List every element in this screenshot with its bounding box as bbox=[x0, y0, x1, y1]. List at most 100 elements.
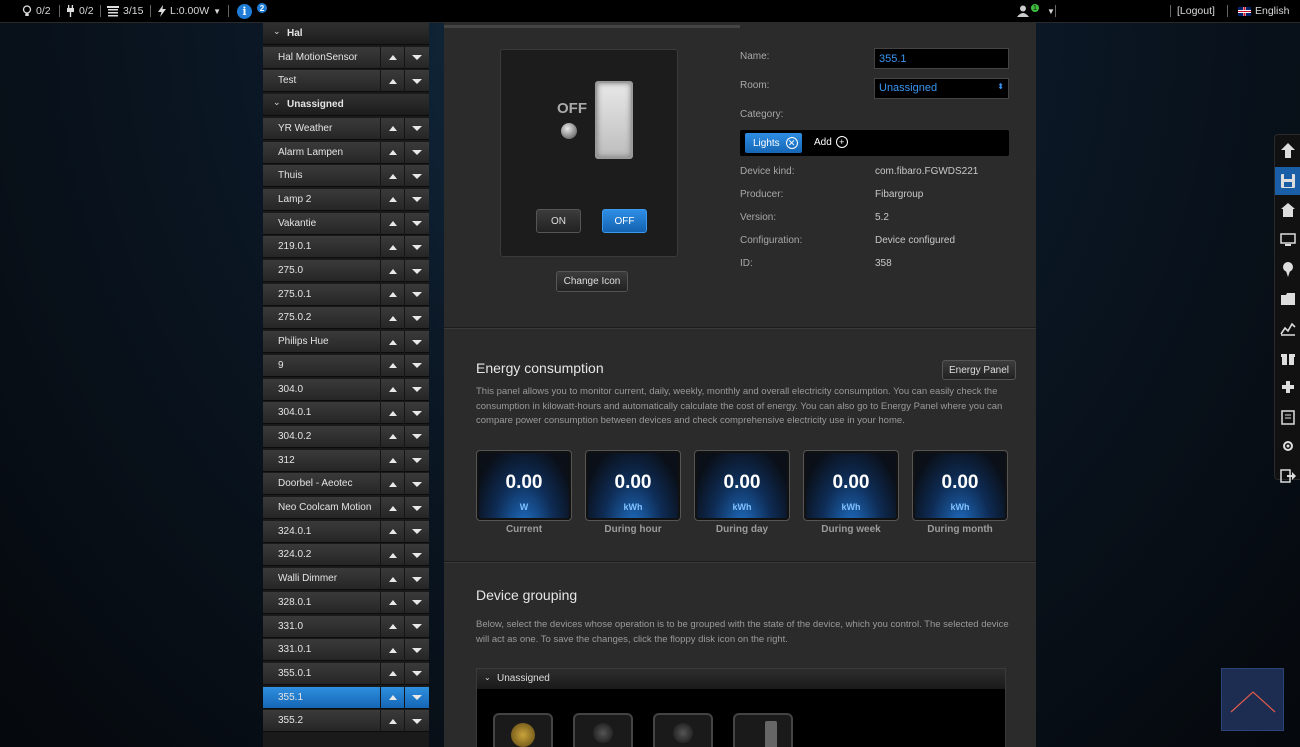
move-up-button[interactable] bbox=[380, 117, 404, 140]
move-down-button[interactable] bbox=[404, 473, 428, 496]
move-down-button[interactable] bbox=[404, 212, 428, 235]
move-up-button[interactable] bbox=[380, 283, 404, 306]
change-icon-button[interactable]: Change Icon bbox=[556, 271, 628, 292]
move-down-button[interactable] bbox=[404, 141, 428, 164]
move-up-button[interactable] bbox=[380, 591, 404, 614]
move-down-button[interactable] bbox=[404, 70, 428, 93]
move-down-button[interactable] bbox=[404, 591, 428, 614]
scroll-to-top-button[interactable] bbox=[1221, 668, 1284, 731]
device-list-item[interactable]: Test bbox=[263, 70, 429, 93]
plugs-status[interactable]: 0/2 bbox=[66, 0, 94, 22]
device-list-item[interactable]: Neo Coolcam Motion bbox=[263, 497, 429, 519]
move-up-button[interactable] bbox=[380, 449, 404, 472]
move-up-button[interactable] bbox=[380, 639, 404, 662]
device-list-item[interactable]: 355.2 bbox=[263, 710, 429, 733]
device-list-item[interactable]: Walli Dimmer bbox=[263, 568, 429, 591]
power-status[interactable]: L:0.00W ▼ bbox=[158, 0, 221, 22]
device-list-item[interactable]: Hal MotionSensor bbox=[263, 46, 429, 69]
gift-button[interactable] bbox=[1275, 344, 1300, 372]
move-down-button[interactable] bbox=[404, 260, 428, 282]
device-list-item[interactable]: 324.0.1 bbox=[263, 520, 429, 543]
move-down-button[interactable] bbox=[404, 615, 428, 638]
move-down-button[interactable] bbox=[404, 568, 428, 591]
add-category-button[interactable]: Add + bbox=[814, 136, 848, 148]
move-up-button[interactable] bbox=[380, 212, 404, 235]
pin-button[interactable] bbox=[1275, 255, 1300, 283]
move-up-button[interactable] bbox=[380, 236, 404, 259]
room-section-header[interactable]: ⌄ Hal bbox=[263, 23, 429, 45]
room-section-header[interactable]: ⌄ Unassigned bbox=[263, 94, 429, 117]
device-list-item[interactable]: 275.0.1 bbox=[263, 283, 429, 306]
device-list-item[interactable]: 275.0 bbox=[263, 260, 429, 282]
on-button[interactable]: ON bbox=[536, 209, 581, 233]
remove-icon[interactable]: ✕ bbox=[785, 137, 798, 149]
home-button[interactable] bbox=[1275, 196, 1300, 224]
lights-status[interactable]: 0/2 bbox=[22, 0, 51, 22]
device-list-item[interactable]: Thuis bbox=[263, 165, 429, 188]
move-down-button[interactable] bbox=[404, 188, 428, 211]
save-button[interactable] bbox=[1275, 166, 1300, 195]
group-device-switch[interactable] bbox=[733, 713, 793, 747]
move-up-button[interactable] bbox=[380, 497, 404, 519]
move-down-button[interactable] bbox=[404, 662, 428, 685]
language-selector[interactable]: English bbox=[1238, 0, 1289, 22]
move-down-button[interactable] bbox=[404, 402, 428, 425]
group-device[interactable] bbox=[653, 713, 713, 747]
plugin-button[interactable] bbox=[1275, 373, 1300, 401]
move-down-button[interactable] bbox=[404, 283, 428, 306]
move-up-button[interactable] bbox=[380, 165, 404, 188]
device-list-item[interactable]: Alarm Lampen bbox=[263, 141, 429, 164]
group-device-bulb[interactable] bbox=[493, 713, 553, 747]
device-list-item[interactable]: 324.0.2 bbox=[263, 544, 429, 567]
device-list-item[interactable]: 219.0.1 bbox=[263, 236, 429, 259]
settings-button[interactable] bbox=[1275, 432, 1300, 460]
move-down-button[interactable] bbox=[404, 331, 428, 354]
device-list-item[interactable]: 331.0 bbox=[263, 615, 429, 638]
exit-button[interactable] bbox=[1275, 462, 1300, 490]
device-list-item[interactable]: 304.0.1 bbox=[263, 402, 429, 425]
move-up-button[interactable] bbox=[380, 141, 404, 164]
move-up-button[interactable] bbox=[380, 425, 404, 448]
folder-button[interactable] bbox=[1275, 285, 1300, 313]
move-up-button[interactable] bbox=[380, 402, 404, 425]
move-down-button[interactable] bbox=[404, 354, 428, 377]
move-down-button[interactable] bbox=[404, 425, 428, 448]
up-arrow-button[interactable] bbox=[1275, 137, 1300, 165]
category-tag[interactable]: Lights ✕ bbox=[745, 133, 802, 153]
off-button[interactable]: OFF bbox=[602, 209, 647, 233]
energy-panel-button[interactable]: Energy Panel bbox=[942, 360, 1016, 380]
move-down-button[interactable] bbox=[404, 497, 428, 519]
move-down-button[interactable] bbox=[404, 165, 428, 188]
device-list-item[interactable]: Philips Hue bbox=[263, 331, 429, 354]
device-list-item[interactable]: 331.0.1 bbox=[263, 639, 429, 662]
device-list-item[interactable]: 304.0 bbox=[263, 378, 429, 401]
group-device[interactable] bbox=[573, 713, 633, 747]
group-header[interactable]: ⌄ Unassigned bbox=[477, 669, 1005, 689]
device-list-item[interactable]: 328.0.1 bbox=[263, 591, 429, 614]
move-up-button[interactable] bbox=[380, 331, 404, 354]
device-list-item[interactable]: 304.0.2 bbox=[263, 425, 429, 448]
move-down-button[interactable] bbox=[404, 236, 428, 259]
move-up-button[interactable] bbox=[380, 662, 404, 685]
move-down-button[interactable] bbox=[404, 520, 428, 543]
move-down-button[interactable] bbox=[404, 686, 428, 709]
move-up-button[interactable] bbox=[380, 710, 404, 733]
move-up-button[interactable] bbox=[380, 378, 404, 401]
move-up-button[interactable] bbox=[380, 615, 404, 638]
move-up-button[interactable] bbox=[380, 354, 404, 377]
move-up-button[interactable] bbox=[380, 686, 404, 709]
info-button[interactable]: i bbox=[237, 0, 252, 22]
move-up-button[interactable] bbox=[380, 520, 404, 543]
move-up-button[interactable] bbox=[380, 46, 404, 69]
device-list-item[interactable]: Doorbel - Aeotec bbox=[263, 473, 429, 496]
move-down-button[interactable] bbox=[404, 710, 428, 733]
device-list-item[interactable]: 355.1 bbox=[263, 686, 429, 709]
device-list-item[interactable]: Vakantie bbox=[263, 212, 429, 235]
clipboard-button[interactable] bbox=[1275, 403, 1300, 431]
move-up-button[interactable] bbox=[380, 188, 404, 211]
move-down-button[interactable] bbox=[404, 449, 428, 472]
move-up-button[interactable] bbox=[380, 568, 404, 591]
device-list-item[interactable]: 275.0.2 bbox=[263, 307, 429, 330]
chart-button[interactable] bbox=[1275, 314, 1300, 342]
device-list-item[interactable]: Lamp 2 bbox=[263, 188, 429, 211]
